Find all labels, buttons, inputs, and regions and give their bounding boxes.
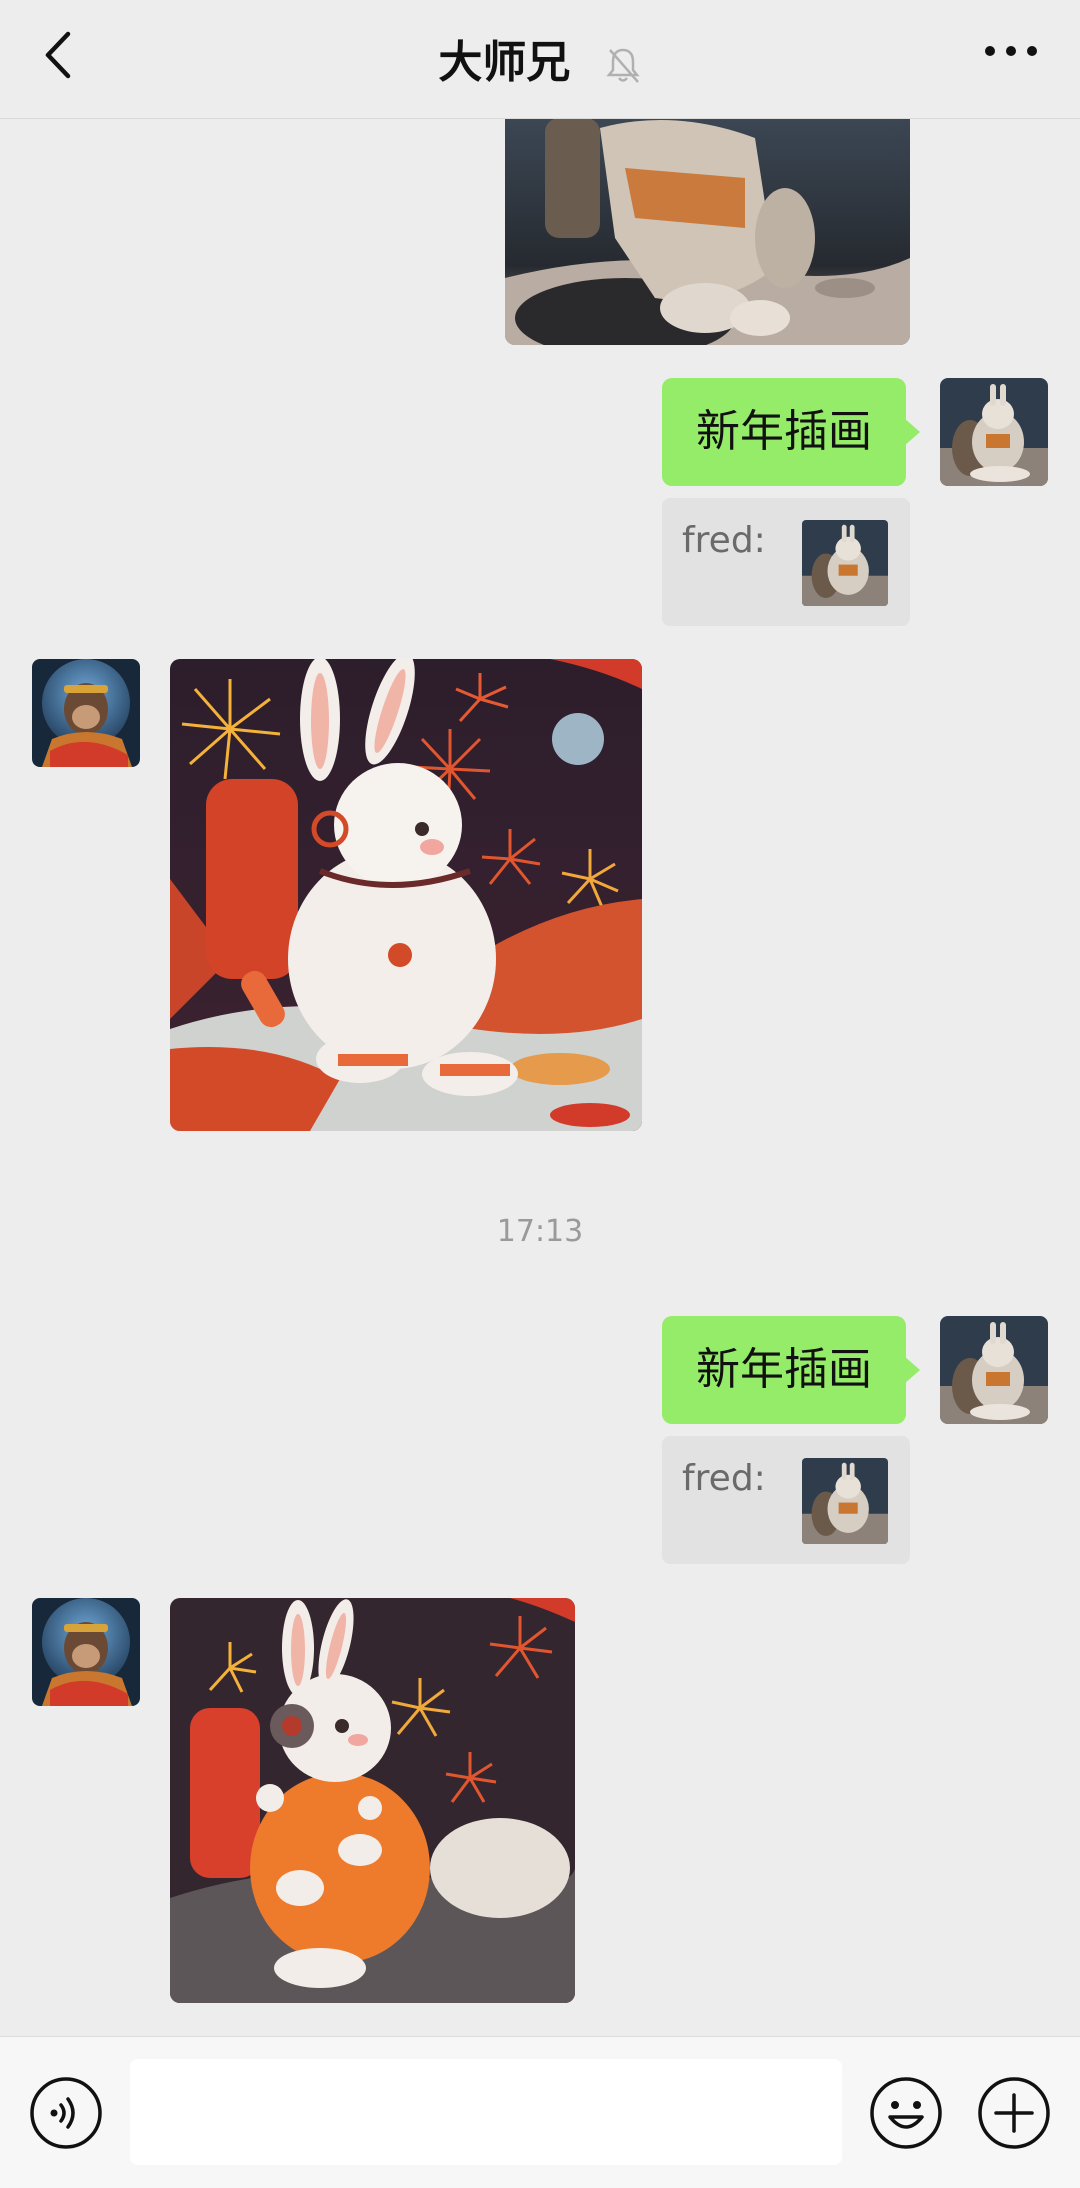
quote-sender-name: fred: xyxy=(682,1458,766,1499)
voice-icon[interactable] xyxy=(28,2075,104,2151)
image-message-astronaut-dark[interactable] xyxy=(505,118,910,345)
white-rabbit-astronaut-image xyxy=(170,659,642,1131)
chat-header: 大师兄 xyxy=(0,0,1080,119)
rabbit-astronaut-avatar-image xyxy=(940,1316,1048,1424)
monkey-king-avatar-image xyxy=(32,659,140,767)
image-message-rabbit-white[interactable] xyxy=(170,659,642,1131)
quote-thumbnail-image xyxy=(802,520,888,606)
orange-rabbit-astronaut-image xyxy=(170,1598,575,2003)
monkey-king-avatar-image xyxy=(32,1598,140,1706)
quoted-message[interactable]: fred: xyxy=(662,1436,910,1564)
quote-thumbnail xyxy=(802,520,888,606)
image-message-rabbit-orange[interactable] xyxy=(170,1598,575,2003)
message-input[interactable] xyxy=(130,2059,842,2165)
astronaut-dark-image xyxy=(505,118,910,345)
my-avatar[interactable] xyxy=(940,1316,1048,1424)
text-message-bubble[interactable]: 新年插画 xyxy=(662,1316,920,1424)
contact-avatar[interactable] xyxy=(32,1598,140,1706)
my-avatar[interactable] xyxy=(940,378,1048,486)
bell-off-icon xyxy=(606,48,640,83)
input-bar xyxy=(0,2036,1080,2188)
rabbit-astronaut-avatar-image xyxy=(940,378,1048,486)
quote-thumbnail-image xyxy=(802,1458,888,1544)
chat-title-area: 大师兄 xyxy=(0,26,1080,90)
more-dots-icon[interactable] xyxy=(984,44,1038,58)
quote-thumbnail xyxy=(802,1458,888,1544)
chat-messages[interactable]: 新年插画 fred: 17:13 新年插画 fred: xyxy=(0,118,1080,2036)
text-message-bubble[interactable]: 新年插画 xyxy=(662,378,920,486)
chat-title: 大师兄 xyxy=(438,37,571,88)
emoji-icon[interactable] xyxy=(868,2075,944,2151)
plus-icon[interactable] xyxy=(976,2075,1052,2151)
quoted-message[interactable]: fred: xyxy=(662,498,910,626)
message-timestamp: 17:13 xyxy=(496,1214,584,1249)
contact-avatar[interactable] xyxy=(32,659,140,767)
quote-sender-name: fred: xyxy=(682,520,766,561)
